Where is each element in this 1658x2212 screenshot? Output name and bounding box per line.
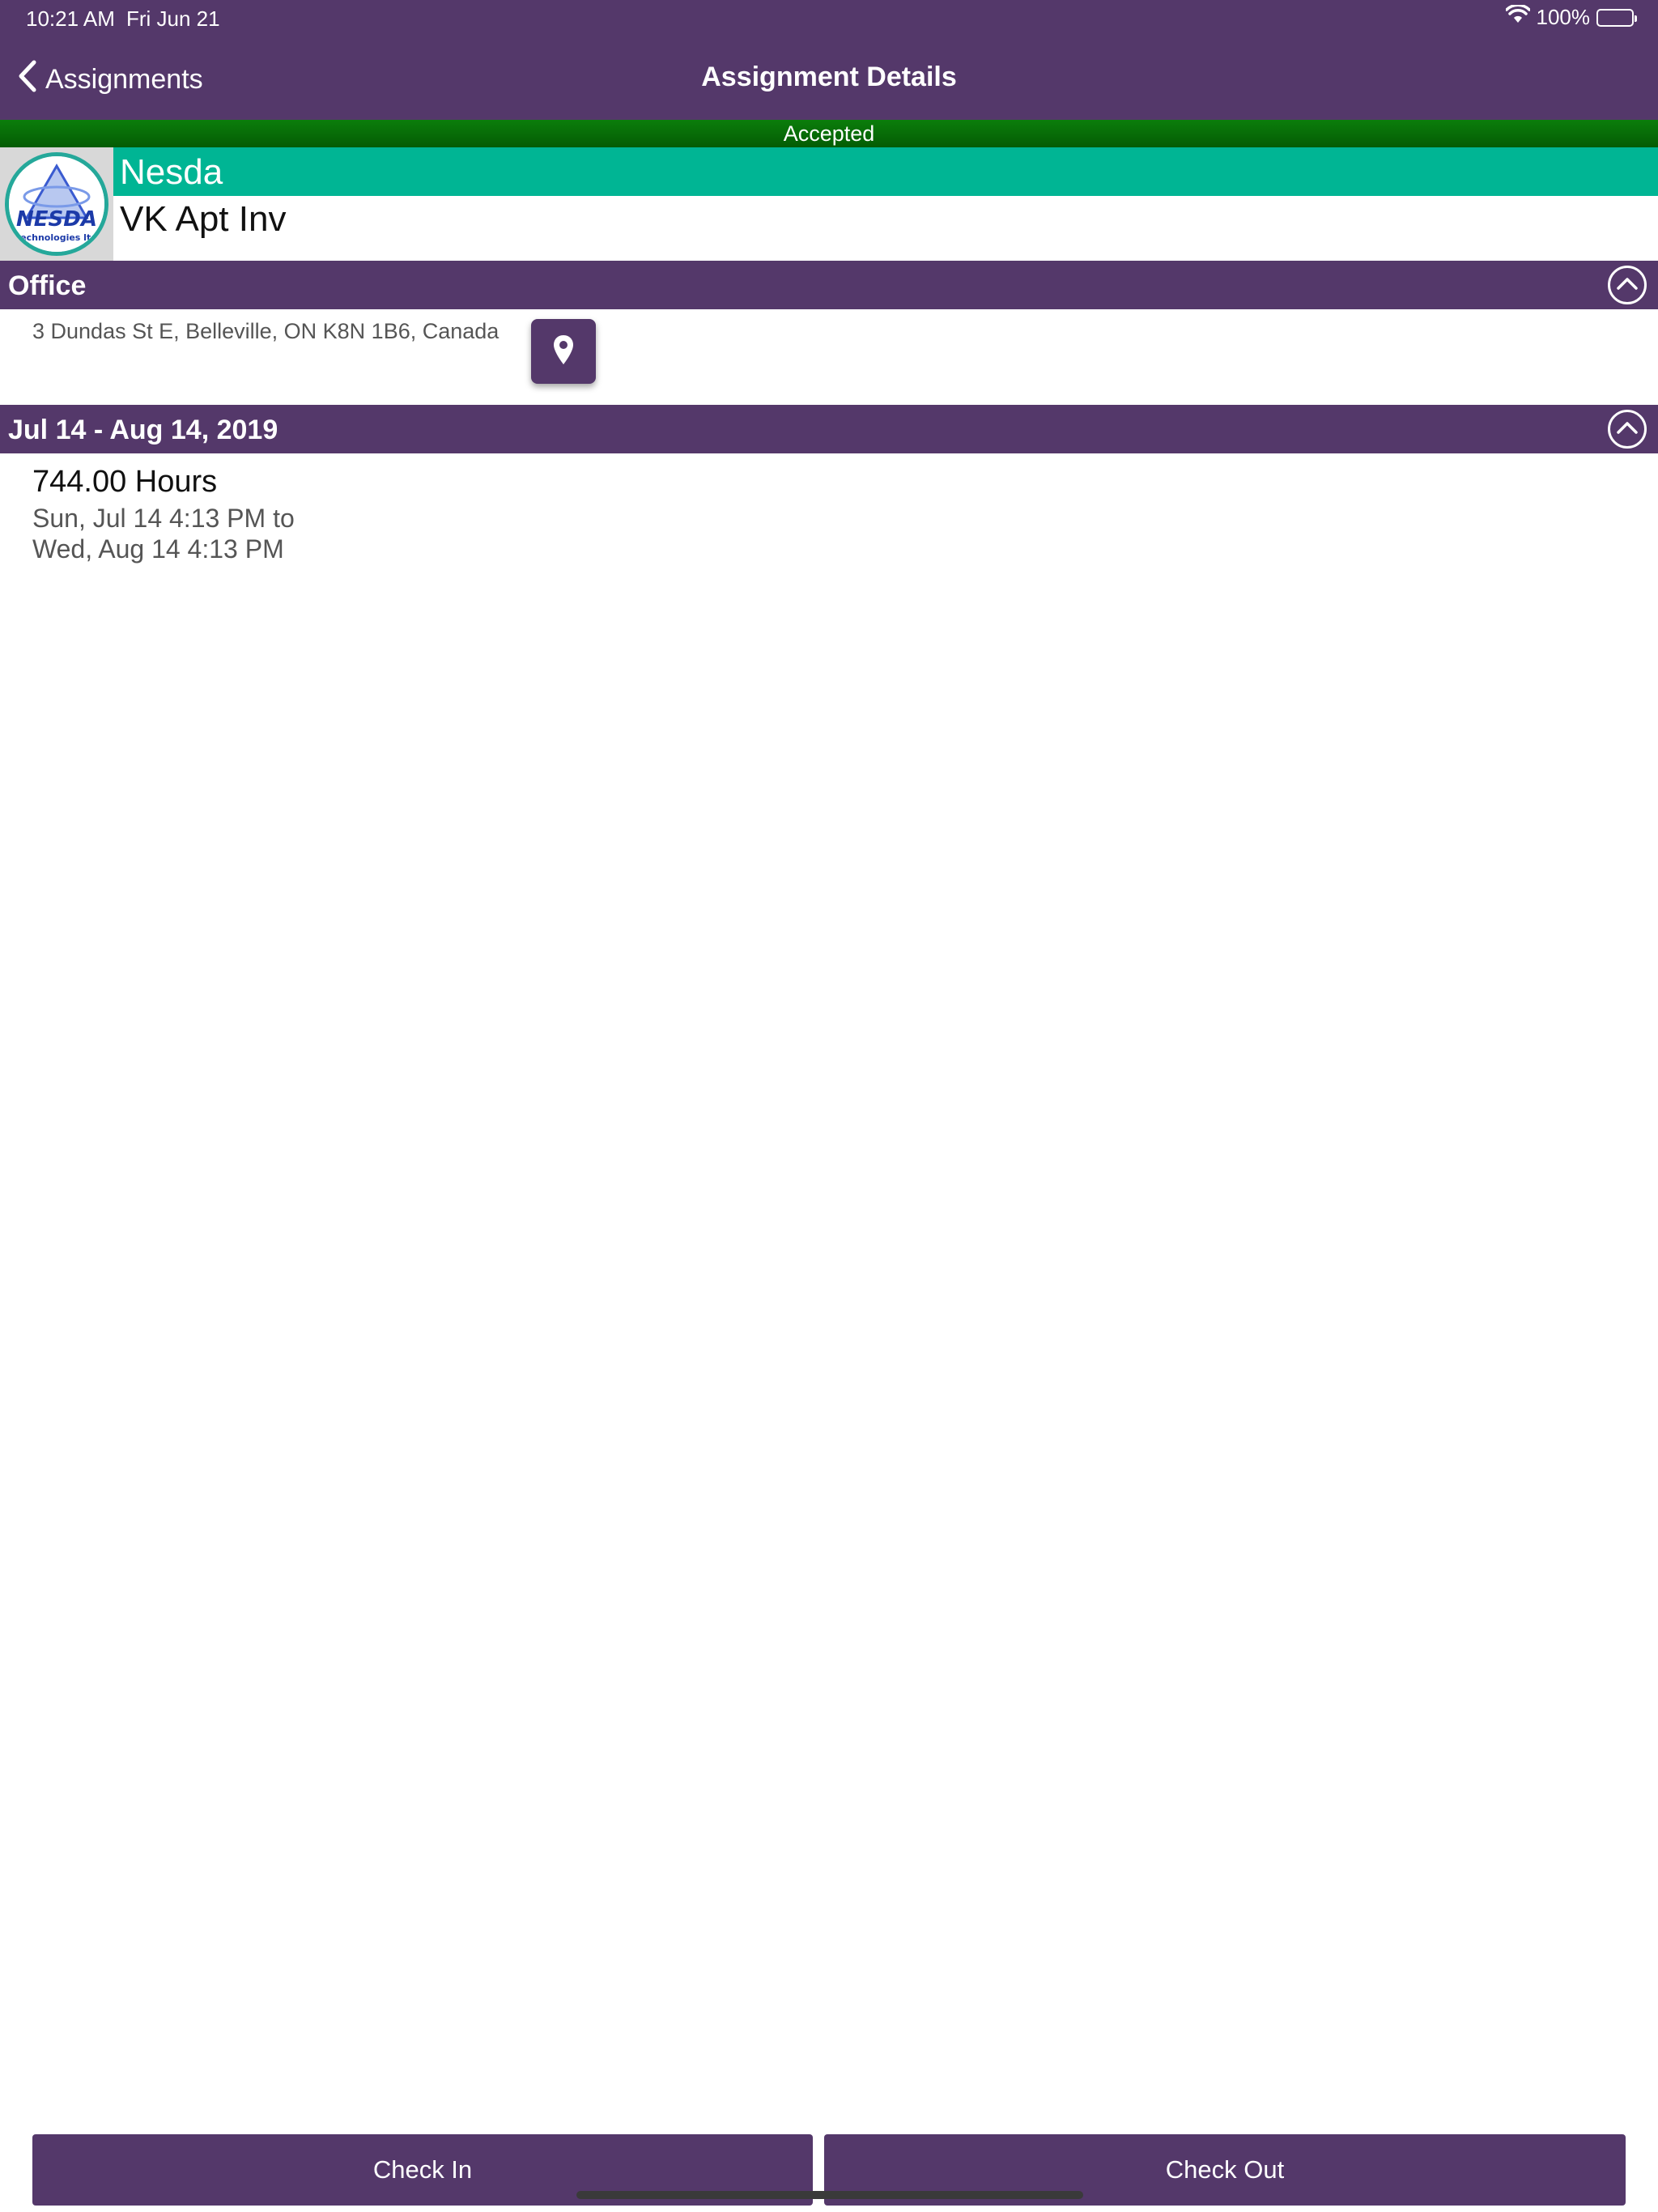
status-badge: Accepted: [0, 120, 1658, 147]
map-pin-icon: [552, 334, 575, 370]
company-name-band: Nesda: [113, 147, 1658, 196]
office-address: 3 Dundas St E, Belleville, ON K8N 1B6, C…: [32, 319, 500, 343]
page-title: Assignment Details: [701, 62, 957, 92]
section-title-office: Office: [8, 270, 87, 301]
company-name: Nesda: [120, 152, 223, 192]
company-block: NESDA technologies ltd Nesda VK Apt Inv: [0, 147, 1658, 261]
logo-text: NESDA: [16, 207, 97, 232]
avatar: NESDA technologies ltd: [0, 147, 113, 261]
status-date: Fri Jun 21: [126, 6, 220, 31]
section-header-office: Office: [0, 261, 1658, 309]
schedule-start: Sun, Jul 14 4:13 PM to: [32, 504, 295, 533]
chevron-up-icon: [1617, 277, 1638, 294]
hours-total: 744.00 Hours: [32, 465, 218, 499]
status-time: 10:21 AM: [26, 6, 115, 31]
company-logo: NESDA technologies ltd: [5, 152, 108, 256]
collapse-schedule-button[interactable]: [1608, 410, 1647, 449]
section-header-schedule: Jul 14 - Aug 14, 2019: [0, 405, 1658, 453]
status-bar: 10:21 AM Fri Jun 21 100%: [0, 0, 1658, 39]
home-indicator: [576, 2191, 1083, 2199]
battery-percent: 100%: [1536, 5, 1591, 29]
nav-bar: Assignments Assignment Details: [0, 39, 1658, 120]
map-button[interactable]: [531, 319, 596, 384]
chevron-up-icon: [1617, 421, 1638, 438]
logo-subtext: technologies ltd: [16, 232, 97, 243]
status-right: 100%: [1504, 3, 1637, 30]
schedule-end: Wed, Aug 14 4:13 PM: [32, 534, 284, 564]
wifi-icon: [1504, 3, 1531, 30]
battery-icon: [1596, 8, 1637, 27]
section-title-schedule: Jul 14 - Aug 14, 2019: [8, 415, 278, 445]
collapse-office-button[interactable]: [1608, 266, 1647, 304]
project-name: VK Apt Inv: [120, 199, 287, 239]
